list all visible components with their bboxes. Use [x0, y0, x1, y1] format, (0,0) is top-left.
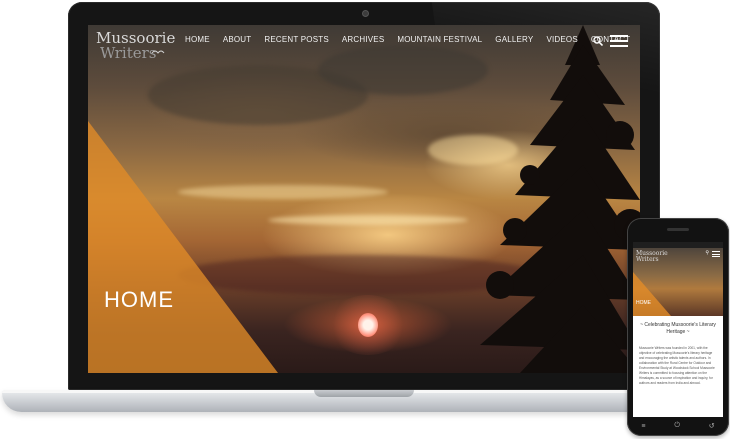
tree-silhouette — [480, 25, 640, 373]
phone-back-button-icon[interactable]: ↺ — [709, 422, 715, 430]
cloud-highlight — [178, 185, 388, 199]
website-screen: HOME Mussoorie Writers HOME ABOUT RECENT… — [88, 25, 640, 373]
laptop-base-notch — [314, 390, 414, 397]
phone-speaker — [667, 228, 689, 231]
phone-hero: Mussoorie Writers ⚲ HOME — [633, 248, 723, 316]
nav-item-home[interactable]: HOME — [185, 35, 210, 44]
nav-item-videos[interactable]: VIDEOS — [546, 35, 577, 44]
laptop-base — [2, 390, 726, 412]
search-icon[interactable] — [593, 36, 603, 46]
phone-search-icon[interactable]: ⚲ — [705, 250, 709, 256]
phone-tagline: ~ Celebrating Mussoorie's Literary Herit… — [640, 322, 716, 335]
nav-item-mountain-festival[interactable]: MOUNTAIN FESTIVAL — [397, 35, 482, 44]
phone-site-logo[interactable]: Mussoorie Writers — [636, 251, 668, 263]
cloud-highlight — [268, 215, 468, 225]
nav-item-about[interactable]: ABOUT — [223, 35, 252, 44]
nav-item-archives[interactable]: ARCHIVES — [342, 35, 385, 44]
hamburger-menu-icon[interactable] — [610, 35, 628, 50]
phone-hero-title: HOME — [636, 300, 651, 306]
phone-nav-bar: ≡ ⏻ ↺ — [627, 418, 729, 434]
phone-hamburger-icon[interactable] — [712, 251, 720, 259]
main-nav: HOME ABOUT RECENT POSTS ARCHIVES MOUNTAI… — [185, 35, 630, 44]
laptop-lid: HOME Mussoorie Writers HOME ABOUT RECENT… — [68, 2, 660, 390]
phone-home-button-icon[interactable]: ⏻ — [674, 422, 680, 430]
setting-sun — [358, 313, 378, 337]
phone-body-text: Mussoorie Writers was founded in 2001, w… — [639, 346, 715, 385]
phone-device: Mussoorie Writers ⚲ HOME ~ Celebrating M… — [627, 218, 729, 436]
hero-title: HOME — [104, 287, 174, 312]
bird-logo-icon — [152, 50, 165, 54]
site-logo[interactable]: Mussoorie Writers — [96, 31, 175, 61]
phone-screen: Mussoorie Writers ⚲ HOME ~ Celebrating M… — [633, 242, 723, 417]
phone-menu-button-icon[interactable]: ≡ — [641, 423, 645, 430]
phone-accent-triangle — [633, 272, 671, 316]
hero-accent-triangle — [88, 121, 278, 373]
nav-item-gallery[interactable]: GALLERY — [495, 35, 533, 44]
camera-icon — [362, 10, 369, 17]
phone-logo-line-2: Writers — [636, 256, 659, 263]
nav-item-recent-posts[interactable]: RECENT POSTS — [264, 35, 329, 44]
